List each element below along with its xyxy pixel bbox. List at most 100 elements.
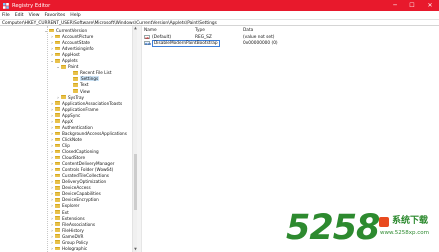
tree-item[interactable]: › ClosedCaptioning xyxy=(50,149,99,154)
menu-help[interactable]: Help xyxy=(70,13,80,18)
chevron-right-icon[interactable]: › xyxy=(50,137,54,142)
tree-item[interactable]: › GameDVR xyxy=(50,234,83,239)
chevron-right-icon[interactable]: › xyxy=(50,52,54,57)
tree-item[interactable]: › Extensions xyxy=(50,216,85,221)
tree-item[interactable]: Text xyxy=(68,82,88,87)
chevron-right-icon[interactable]: › xyxy=(50,222,54,227)
tree-item[interactable]: › Clip xyxy=(50,143,70,148)
chevron-right-icon[interactable]: › xyxy=(50,113,54,118)
chevron-right-icon[interactable]: › xyxy=(50,40,54,45)
chevron-right-icon[interactable]: › xyxy=(50,179,54,184)
value-row[interactable]: 010 DisableModernPaintBootstrap 0x00000000… xyxy=(142,39,439,47)
tree-item-label: SysTray xyxy=(68,94,85,100)
chevron-right-icon[interactable]: › xyxy=(50,34,54,39)
tree-item[interactable]: › AppHost xyxy=(50,52,80,57)
folder-icon xyxy=(55,155,60,160)
chevron-right-icon[interactable]: › xyxy=(50,216,54,221)
column-header-name[interactable]: Name xyxy=(144,28,157,33)
chevron-right-icon[interactable]: › xyxy=(50,191,54,196)
tree-item[interactable]: › AccountState xyxy=(50,40,90,45)
maximize-button[interactable]: ☐ xyxy=(404,0,420,11)
tree-item[interactable]: View xyxy=(68,89,90,94)
tree-item[interactable]: › Explorer xyxy=(50,203,79,208)
tree-item[interactable]: Settings xyxy=(68,76,100,82)
tree-item[interactable]: › Holographic xyxy=(50,246,87,251)
tree-item[interactable]: › ClickNote xyxy=(50,137,82,142)
menu-edit[interactable]: Edit xyxy=(15,13,24,18)
tree-item[interactable]: › FileAssociations xyxy=(50,222,95,227)
tree-item[interactable]: › CloudStore xyxy=(50,155,85,160)
chevron-right-icon[interactable]: › xyxy=(50,101,54,106)
tree-item[interactable]: › DeviceEncryption xyxy=(50,197,99,202)
chevron-down-icon[interactable]: ⌄ xyxy=(50,58,54,63)
watermark-url: www.5258xp.com xyxy=(380,230,429,236)
tree-item-label: GameDVR xyxy=(62,233,84,239)
tree-item-label: AccountPicture xyxy=(62,34,94,40)
chevron-right-icon[interactable]: › xyxy=(50,173,54,178)
column-header-type[interactable]: Type xyxy=(195,28,205,33)
tree-item[interactable]: › Controls Folder (Wow64) xyxy=(50,167,113,172)
tree-item-label: AppX xyxy=(62,118,74,124)
chevron-right-icon[interactable]: › xyxy=(50,246,54,251)
chevron-right-icon[interactable]: › xyxy=(50,167,54,172)
tree-item[interactable]: › SysTray xyxy=(56,95,84,100)
menu-file[interactable]: File xyxy=(2,13,10,18)
folder-icon xyxy=(55,107,60,111)
tree-item[interactable]: › DeliveryOptimization xyxy=(50,179,106,184)
tree-item[interactable]: › Advertisinginfo xyxy=(50,46,93,51)
chevron-right-icon[interactable]: › xyxy=(50,197,54,202)
chevron-right-icon[interactable]: › xyxy=(50,185,54,190)
tree-item[interactable]: ⌄ Applets xyxy=(50,58,77,63)
chevron-right-icon[interactable]: › xyxy=(50,240,54,245)
address-path[interactable]: Computer\HKEY_CURRENT_USER\Software\Micr… xyxy=(2,21,217,26)
tree-item[interactable]: › DeviceCapabilities xyxy=(50,191,101,196)
tree-item[interactable]: Recent File List xyxy=(68,70,111,75)
menu-view[interactable]: View xyxy=(29,13,40,18)
tree-item-label: ClickNote xyxy=(62,136,82,142)
tree-item[interactable]: › CuratedTileCollections xyxy=(50,173,109,178)
chevron-right-icon[interactable]: › xyxy=(50,143,54,148)
chevron-right-icon[interactable]: › xyxy=(50,125,54,130)
folder-icon xyxy=(55,240,60,245)
tree-item-label: ContentDeliveryManager xyxy=(62,161,115,167)
tree-item[interactable]: › ContentDeliveryManager xyxy=(50,161,114,166)
chevron-right-icon[interactable]: › xyxy=(50,155,54,160)
tree-item[interactable]: › DeviceAccess xyxy=(50,185,90,190)
chevron-right-icon[interactable]: › xyxy=(56,95,60,100)
tree-item[interactable]: ⌄ Paint xyxy=(56,64,78,69)
tree-item[interactable]: › Group Policy xyxy=(50,240,88,245)
tree-item[interactable]: › AppX xyxy=(50,119,73,124)
chevron-right-icon[interactable]: › xyxy=(50,131,54,136)
chevron-right-icon[interactable]: › xyxy=(50,161,54,166)
tree-item[interactable]: › AppSync xyxy=(50,113,80,118)
chevron-right-icon[interactable]: › xyxy=(50,107,54,112)
tree-item-label: Clip xyxy=(62,142,70,148)
value-name-edit-field[interactable]: DisableModernPaintBootstrap xyxy=(152,39,220,47)
registry-key-tree[interactable]: ⌄ CurrentVersion › AccountPicture › AccountSt… xyxy=(0,26,137,252)
tree-item[interactable]: ⌄ CurrentVersion xyxy=(44,28,87,33)
column-header-data[interactable]: Data xyxy=(243,28,253,33)
tree-item[interactable]: › ApplicationFrame xyxy=(50,107,98,112)
tree-item[interactable]: › BackgroundAccessApplications xyxy=(50,131,127,136)
folder-icon xyxy=(55,192,60,196)
address-bar[interactable]: Computer\HKEY_CURRENT_USER\Software\Micr… xyxy=(0,19,439,26)
chevron-right-icon[interactable]: › xyxy=(50,210,54,215)
menu-favorites[interactable]: Favorites xyxy=(45,13,66,18)
chevron-right-icon[interactable]: › xyxy=(50,119,54,124)
chevron-right-icon[interactable]: › xyxy=(50,149,54,154)
tree-item[interactable]: › Authentication xyxy=(50,125,93,130)
chevron-right-icon[interactable]: › xyxy=(50,228,54,233)
folder-icon xyxy=(55,46,60,51)
chevron-right-icon[interactable]: › xyxy=(50,46,54,51)
chevron-right-icon[interactable]: › xyxy=(50,203,54,208)
tree-item-label: ApplicationAssociationToasts xyxy=(62,100,123,106)
chevron-down-icon[interactable]: ⌄ xyxy=(56,64,60,69)
minimize-button[interactable]: ─ xyxy=(387,0,403,11)
tree-item[interactable]: › AccountPicture xyxy=(50,34,93,39)
tree-item[interactable]: › FileHistory xyxy=(50,228,84,233)
chevron-right-icon[interactable]: › xyxy=(50,234,54,239)
close-button[interactable]: ✕ xyxy=(422,0,438,11)
tree-item[interactable]: › Ext xyxy=(50,210,69,215)
tree-item[interactable]: › ApplicationAssociationToasts xyxy=(50,101,122,106)
chevron-down-icon[interactable]: ⌄ xyxy=(44,28,48,33)
